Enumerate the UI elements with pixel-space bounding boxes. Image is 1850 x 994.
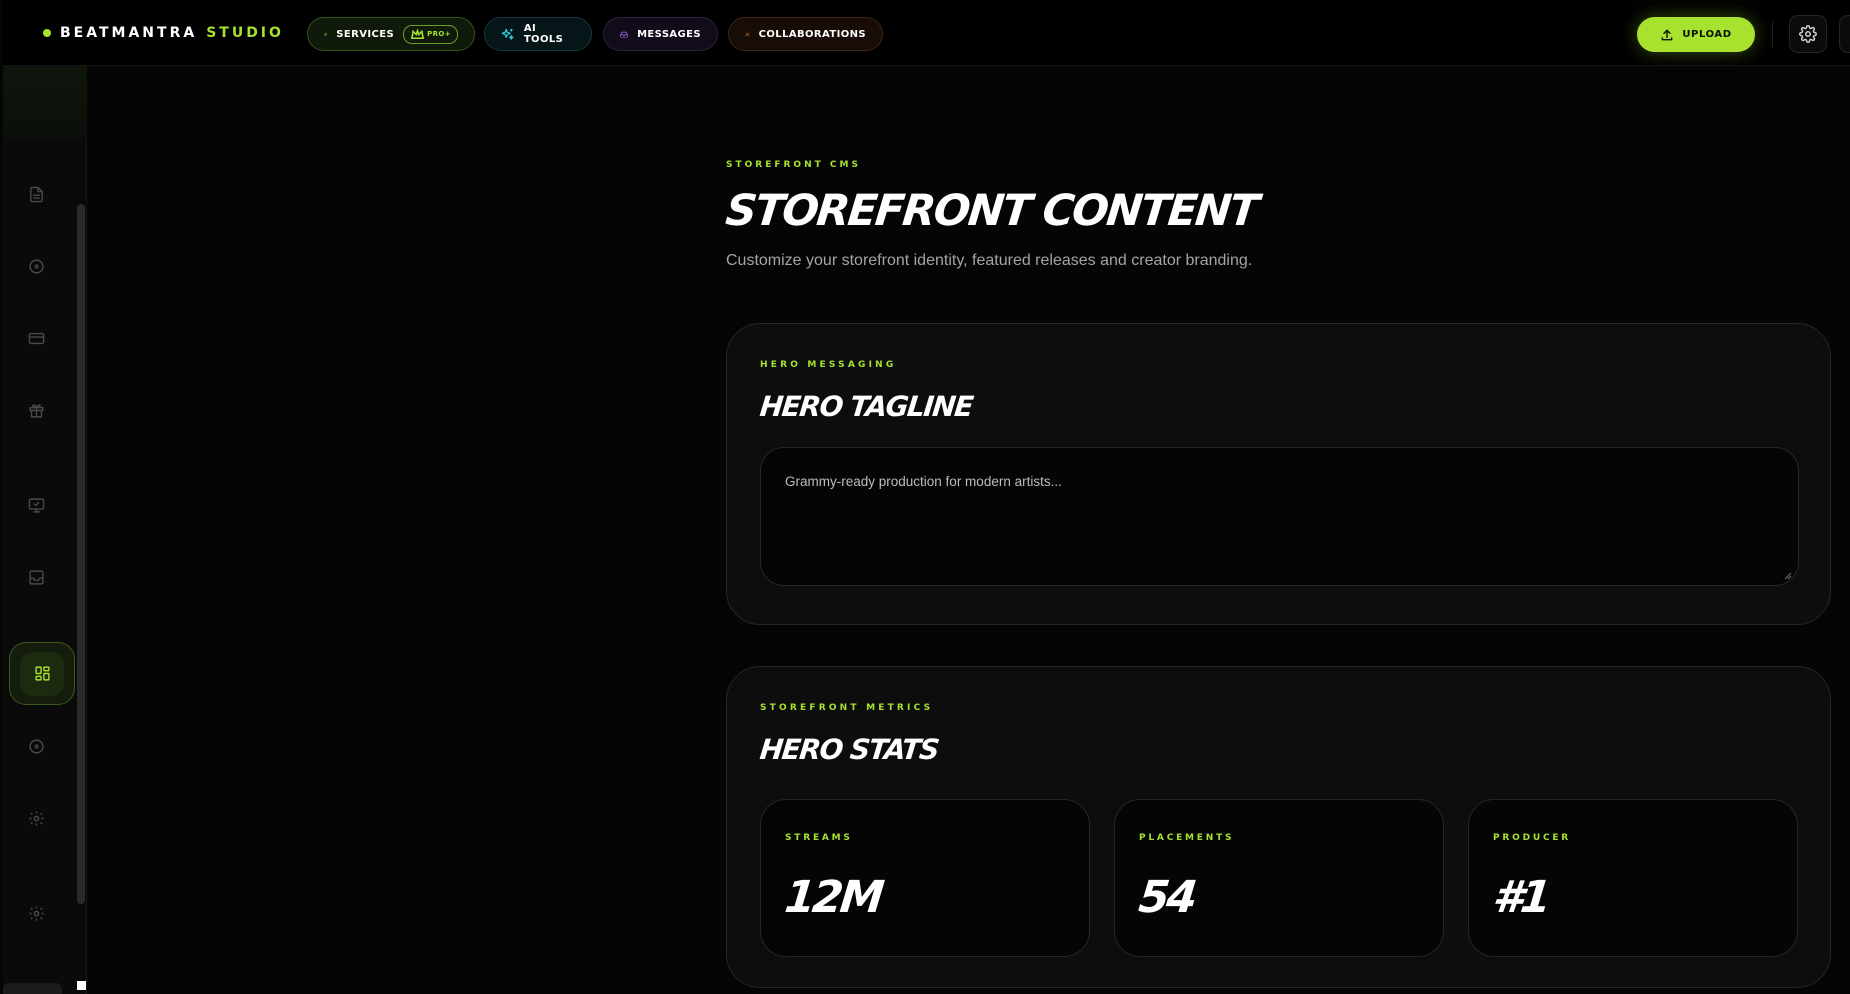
sidebar-item-settings[interactable] [17,894,55,932]
stats-eyebrow: STOREFRONT METRICS [760,703,934,713]
pro-badge: PRO+ [403,24,458,44]
layout-grid-icon [34,666,50,681]
sidebar-item-inbox[interactable] [17,558,55,596]
nav-services-label: SERVICES [336,28,395,40]
sidebar-corner-marker [77,981,86,990]
sidebar-header [3,66,87,138]
package-icon [324,32,328,36]
disc-icon [28,258,44,274]
nav-ai-tools-button[interactable]: AI TOOLS [484,17,592,51]
stat-label: PLACEMENTS [1139,833,1235,843]
gear-icon [1799,25,1817,43]
sidebar-item-storefront[interactable] [9,642,75,705]
hero-stats-card: STOREFRONT METRICS HERO STATS STREAMS 12… [726,666,1831,988]
sidebar-item-music[interactable] [17,727,55,765]
hero-tagline-placeholder: Grammy-ready production for modern artis… [785,474,1062,489]
sidebar-active-highlight [20,651,64,696]
upload-button[interactable]: UPLOAD [1637,17,1755,52]
page-eyebrow: STOREFRONT CMS [726,160,861,170]
profile-button[interactable] [1839,15,1850,53]
monitor-icon [28,497,44,513]
topbar-divider [1772,21,1773,47]
sparkles-icon [501,28,514,40]
nav-messages-label: MESSAGES [637,28,701,40]
stat-label: PRODUCER [1493,833,1572,843]
nav-services-button[interactable]: SERVICES PRO+ [307,17,475,51]
disc-icon [28,738,44,754]
sidebar-item-documents[interactable] [17,175,55,213]
brand-logo[interactable]: BEATMANTRA STUDIO [43,25,284,41]
nav-messages-button[interactable]: MESSAGES [603,17,718,51]
pro-badge-label: PRO+ [427,30,451,38]
page-subtitle: Customize your storefront identity, feat… [726,252,1253,269]
hero-tagline-card: HERO MESSAGING HERO TAGLINE Grammy-ready… [726,323,1831,625]
gear-icon [28,905,44,921]
users-icon [745,32,750,36]
stat-card-placements[interactable]: PLACEMENTS 54 [1114,799,1444,957]
top-bar: BEATMANTRA STUDIO SERVICES PRO+ AI TOOLS… [3,1,1850,66]
sidebar-item-rewards[interactable] [17,391,55,429]
nav-collaborations-label: COLLABORATIONS [758,28,866,40]
sidebar-scrollbar-thumb[interactable] [77,204,85,904]
sidebar-scrollbar[interactable] [75,138,87,904]
stat-value: #1 [1490,872,1551,923]
sidebar-item-preferences[interactable] [17,799,55,837]
card-icon [28,332,44,344]
nav-ai-tools-label: AI TOOLS [523,23,564,45]
sidebar [3,66,87,994]
settings-button[interactable] [1789,15,1827,53]
inbox-icon [28,569,44,585]
crown-icon [411,27,425,39]
stats-title: HERO STATS [758,733,940,766]
gift-icon [28,403,44,418]
brand-accent: STUDIO [206,25,284,41]
stat-card-producer[interactable]: PRODUCER #1 [1468,799,1798,957]
hero-eyebrow: HERO MESSAGING [760,360,897,370]
brand-name: BEATMANTRA [60,25,198,41]
resize-grip-icon[interactable] [1784,572,1792,580]
page-title: STOREFRONT CONTENT [723,186,1260,236]
hero-tagline-input[interactable]: Grammy-ready production for modern artis… [760,447,1799,586]
sidebar-footer [3,983,62,994]
sidebar-item-releases[interactable] [17,247,55,285]
sidebar-item-payments[interactable] [17,319,55,357]
upload-button-label: UPLOAD [1682,29,1732,40]
inbox-icon [620,31,628,38]
hero-title: HERO TAGLINE [758,390,974,423]
document-icon [29,186,43,202]
stat-label: STREAMS [785,833,853,843]
gear-icon [28,810,44,826]
stat-card-streams[interactable]: STREAMS 12M [760,799,1090,957]
upload-icon [1661,29,1673,40]
sidebar-item-studio[interactable] [17,486,55,524]
stat-value: 12M [782,872,884,923]
nav-collaborations-button[interactable]: COLLABORATIONS [728,17,883,51]
brand-dot-icon [43,29,51,37]
stat-value: 54 [1136,872,1197,923]
page-header: STOREFRONT CMS STOREFRONT CONTENT Custom… [723,160,1831,270]
